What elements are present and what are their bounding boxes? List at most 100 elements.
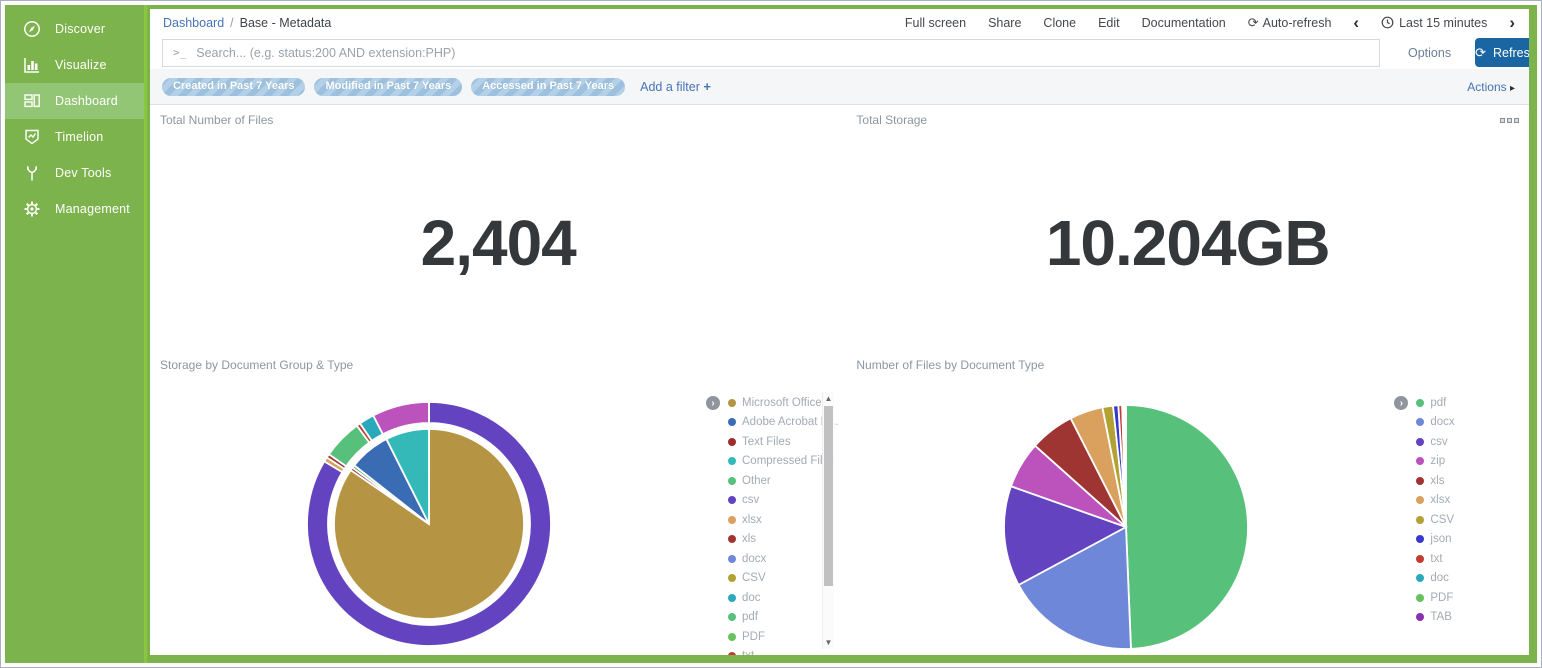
legend-color-dot (1416, 418, 1424, 426)
legend-item-docx[interactable]: docx (1416, 413, 1454, 433)
sidebar-item-timelion[interactable]: Timelion (5, 119, 144, 155)
search-input[interactable] (196, 46, 1369, 60)
legend-label: docx (742, 553, 766, 565)
sidebar-item-label: Discover (55, 22, 105, 36)
scroll-down-icon[interactable]: ▼ (823, 638, 834, 647)
sidebar-item-visualize[interactable]: Visualize (5, 47, 144, 83)
sidebar-item-dashboard[interactable]: Dashboard (5, 83, 144, 119)
legend-label: csv (742, 494, 759, 506)
top-navbar: Dashboard / Base - Metadata Full screen … (150, 9, 1529, 36)
legend-label: xls (1430, 475, 1444, 487)
total-files-metric: 2,404 (421, 206, 576, 280)
legend-label: txt (1430, 553, 1442, 565)
gear-icon (22, 199, 42, 219)
refresh-cycle-icon: ⟳ (1248, 15, 1259, 30)
legend-item-pdf[interactable]: PDF (1416, 588, 1454, 608)
legend-label: xlsx (1430, 494, 1450, 506)
share-button[interactable]: Share (988, 16, 1021, 30)
legend-color-dot (728, 516, 736, 524)
documentation-link[interactable]: Documentation (1142, 16, 1226, 30)
breadcrumb-current: Base - Metadata (240, 16, 332, 30)
main-content: Dashboard / Base - Metadata Full screen … (150, 9, 1529, 655)
time-range-picker[interactable]: Last 15 minutes (1381, 16, 1487, 30)
filter-actions-button[interactable]: Actions ▸ (1467, 80, 1515, 94)
legend-scrollbar[interactable]: ▲ ▼ (822, 392, 834, 649)
legend-item-json[interactable]: json (1416, 530, 1454, 550)
app-window: Discover Visualize Dashboard Timelion De… (0, 0, 1542, 668)
add-filter-button[interactable]: Add a filter + (640, 79, 711, 94)
edit-button[interactable]: Edit (1098, 16, 1120, 30)
scroll-up-icon[interactable]: ▲ (823, 394, 834, 403)
legend-color-dot (728, 633, 736, 641)
refresh-button[interactable]: ⟳Refresh (1475, 38, 1529, 67)
legend-label: zip (1430, 455, 1445, 467)
files-pie-chart[interactable] (1001, 402, 1251, 652)
scrollbar-thumb[interactable] (824, 406, 833, 586)
legend-item-tab[interactable]: TAB (1416, 608, 1454, 628)
plus-icon: + (703, 79, 711, 94)
pie-slice-tab[interactable] (1126, 405, 1127, 527)
legend-label: xlsx (742, 514, 762, 526)
options-button[interactable]: Options (1408, 46, 1451, 60)
filter-pill-modified[interactable]: Modified in Past 7 Years (314, 78, 462, 96)
dashboard-grid: Total Number of Files 2,404 Total Storag… (150, 105, 1529, 655)
panel-options-icon[interactable] (1500, 118, 1519, 123)
panel-title: Number of Files by Document Type (856, 358, 1044, 372)
legend-color-dot (728, 652, 736, 655)
query-bar: >_ Options ⟳Refresh (150, 36, 1529, 69)
legend-color-dot (1416, 438, 1424, 446)
clone-button[interactable]: Clone (1043, 16, 1076, 30)
legend-item-zip[interactable]: zip (1416, 452, 1454, 472)
sidebar-item-discover[interactable]: Discover (5, 11, 144, 47)
legend-item-csv[interactable]: CSV (1416, 510, 1454, 530)
legend-color-dot (728, 535, 736, 543)
sidebar-item-label: Management (55, 202, 130, 216)
legend-color-dot (728, 438, 736, 446)
legend-color-dot (1416, 516, 1424, 524)
legend-item-pdf[interactable]: pdf (1416, 393, 1454, 413)
sidebar: Discover Visualize Dashboard Timelion De… (5, 5, 147, 663)
sidebar-item-management[interactable]: Management (5, 191, 144, 227)
legend-collapse-icon[interactable]: › (1394, 396, 1408, 410)
total-storage-metric: 10.204GB (1046, 206, 1330, 280)
legend-color-dot (728, 457, 736, 465)
legend-label: doc (742, 592, 761, 604)
legend-item-xls[interactable]: xls (1416, 471, 1454, 491)
files-pie-legend: pdf docx csv zip xls xlsx CSV json txt docPDF TAB (1416, 393, 1454, 627)
full-screen-button[interactable]: Full screen (905, 16, 966, 30)
legend-collapse-icon[interactable]: › (706, 396, 720, 410)
legend-color-dot (1416, 594, 1424, 602)
sidebar-item-label: Visualize (55, 58, 107, 72)
legend-item-txt[interactable]: txt (1416, 549, 1454, 569)
sidebar-item-label: Dev Tools (55, 166, 111, 180)
legend-label: Other (742, 475, 771, 487)
pie-slice-pdf[interactable] (1126, 405, 1248, 649)
storage-pie-chart[interactable] (304, 399, 554, 649)
legend-item-xlsx[interactable]: xlsx (1416, 491, 1454, 511)
legend-color-dot (728, 574, 736, 582)
time-forward-chevron-icon[interactable]: › (1509, 14, 1515, 31)
filter-pill-created[interactable]: Created in Past 7 Years (162, 78, 305, 96)
clock-icon (1381, 16, 1394, 29)
time-back-chevron-icon[interactable]: ‹ (1353, 14, 1359, 31)
timelion-icon (22, 127, 42, 147)
legend-color-dot (1416, 477, 1424, 485)
legend-item-csv[interactable]: csv (1416, 432, 1454, 452)
legend-label: docx (1430, 416, 1454, 428)
panel-title: Total Storage (856, 113, 927, 127)
kibana-app-background: Discover Visualize Dashboard Timelion De… (5, 5, 1537, 663)
legend-label: csv (1430, 436, 1447, 448)
legend-color-dot (1416, 457, 1424, 465)
sidebar-item-dev-tools[interactable]: Dev Tools (5, 155, 144, 191)
legend-label: PDF (742, 631, 765, 643)
legend-color-dot (728, 399, 736, 407)
auto-refresh-button[interactable]: ⟳Auto-refresh (1248, 15, 1332, 31)
sidebar-item-label: Timelion (55, 130, 103, 144)
breadcrumb-dashboard-link[interactable]: Dashboard (163, 16, 224, 30)
legend-label: json (1430, 533, 1451, 545)
legend-label: Text Files (742, 436, 791, 448)
legend-item-doc[interactable]: doc (1416, 569, 1454, 589)
filter-pill-accessed[interactable]: Accessed in Past 7 Years (471, 78, 625, 96)
legend-label: TAB (1430, 611, 1452, 623)
legend-label: CSV (742, 572, 766, 584)
